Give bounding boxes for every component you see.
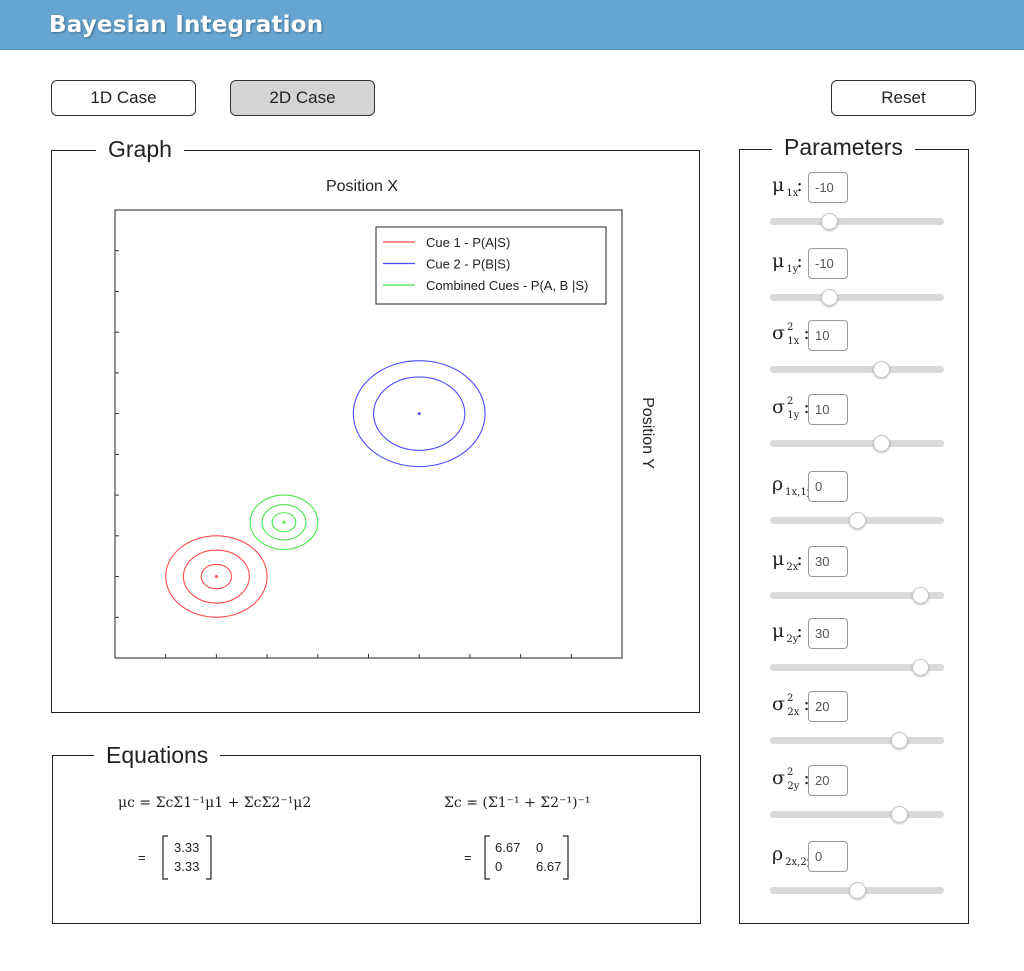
center-point-2: [417, 412, 421, 416]
param-input-5[interactable]: 30: [808, 546, 848, 577]
param-slider-thumb-8[interactable]: [890, 806, 908, 823]
param-slider-track-2[interactable]: [770, 366, 944, 373]
axis-ticks: [115, 250, 572, 658]
param-label-1: μ 1y:: [772, 250, 803, 275]
param-label-0: μ 1x:: [772, 174, 803, 199]
x-axis-label: Position X: [326, 178, 398, 195]
param-input-3[interactable]: 10: [808, 394, 848, 425]
param-slider-track-7[interactable]: [770, 737, 944, 744]
equations-panel-title: Equations: [94, 742, 221, 769]
mu-c-equals: =: [138, 850, 146, 865]
param-slider-thumb-9[interactable]: [849, 882, 866, 899]
param-slider-thumb-7[interactable]: [890, 732, 908, 749]
sigma-c-value-11: 6.67: [495, 840, 521, 855]
equations-panel: [52, 755, 701, 924]
param-input-7[interactable]: 20: [808, 691, 848, 722]
param-slider-thumb-4[interactable]: [849, 512, 866, 529]
param-label-7: σ 22x:: [772, 692, 810, 718]
param-slider-track-1[interactable]: [770, 294, 944, 301]
param-input-0[interactable]: -10: [808, 172, 848, 203]
sigma-c-value-22: 6.67: [536, 859, 562, 874]
mu-c-equation: μc = ΣcΣ1⁻¹μ1 + ΣcΣ2⁻¹μ2: [118, 795, 312, 811]
param-label-6: μ 2y:: [772, 620, 803, 645]
param-input-8[interactable]: 20: [808, 765, 848, 796]
center-point-1: [214, 575, 218, 579]
param-label-2: σ 21x:: [772, 321, 810, 347]
mu-c-value-x: 3.33: [174, 840, 200, 855]
param-input-1[interactable]: -10: [808, 248, 848, 279]
sigma-c-value-21: 0: [495, 859, 503, 874]
param-label-3: σ 21y:: [772, 395, 810, 421]
param-input-9[interactable]: 0: [808, 841, 848, 872]
sigma-c-equals: =: [464, 850, 472, 865]
mu-c-value-y: 3.33: [174, 859, 200, 874]
center-point-3: [282, 520, 286, 524]
param-label-8: σ 22y:: [772, 766, 810, 792]
legend-label-3: Combined Cues - P(A, B |S): [426, 278, 588, 293]
param-input-2[interactable]: 10: [808, 320, 848, 351]
legend-label-2: Cue 2 - P(B|S): [426, 257, 510, 272]
param-slider-thumb-6[interactable]: [911, 659, 929, 676]
param-slider-track-8[interactable]: [770, 811, 944, 818]
contours: [165, 360, 486, 618]
param-slider-track-0[interactable]: [770, 218, 944, 225]
parameters-panel-title: Parameters: [772, 134, 915, 161]
param-slider-track-3[interactable]: [770, 440, 944, 447]
param-input-4[interactable]: 0: [808, 471, 848, 502]
param-label-5: μ 2x:: [772, 548, 803, 573]
sigma-c-equation: Σc = (Σ1⁻¹ + Σ2⁻¹)⁻¹: [444, 795, 591, 811]
sigma-c-value-12: 0: [536, 840, 544, 855]
param-slider-thumb-5[interactable]: [911, 587, 929, 604]
y-axis-label: Position Y: [639, 397, 656, 469]
legend-label-1: Cue 1 - P(A|S): [426, 235, 510, 250]
param-input-6[interactable]: 30: [808, 618, 848, 649]
